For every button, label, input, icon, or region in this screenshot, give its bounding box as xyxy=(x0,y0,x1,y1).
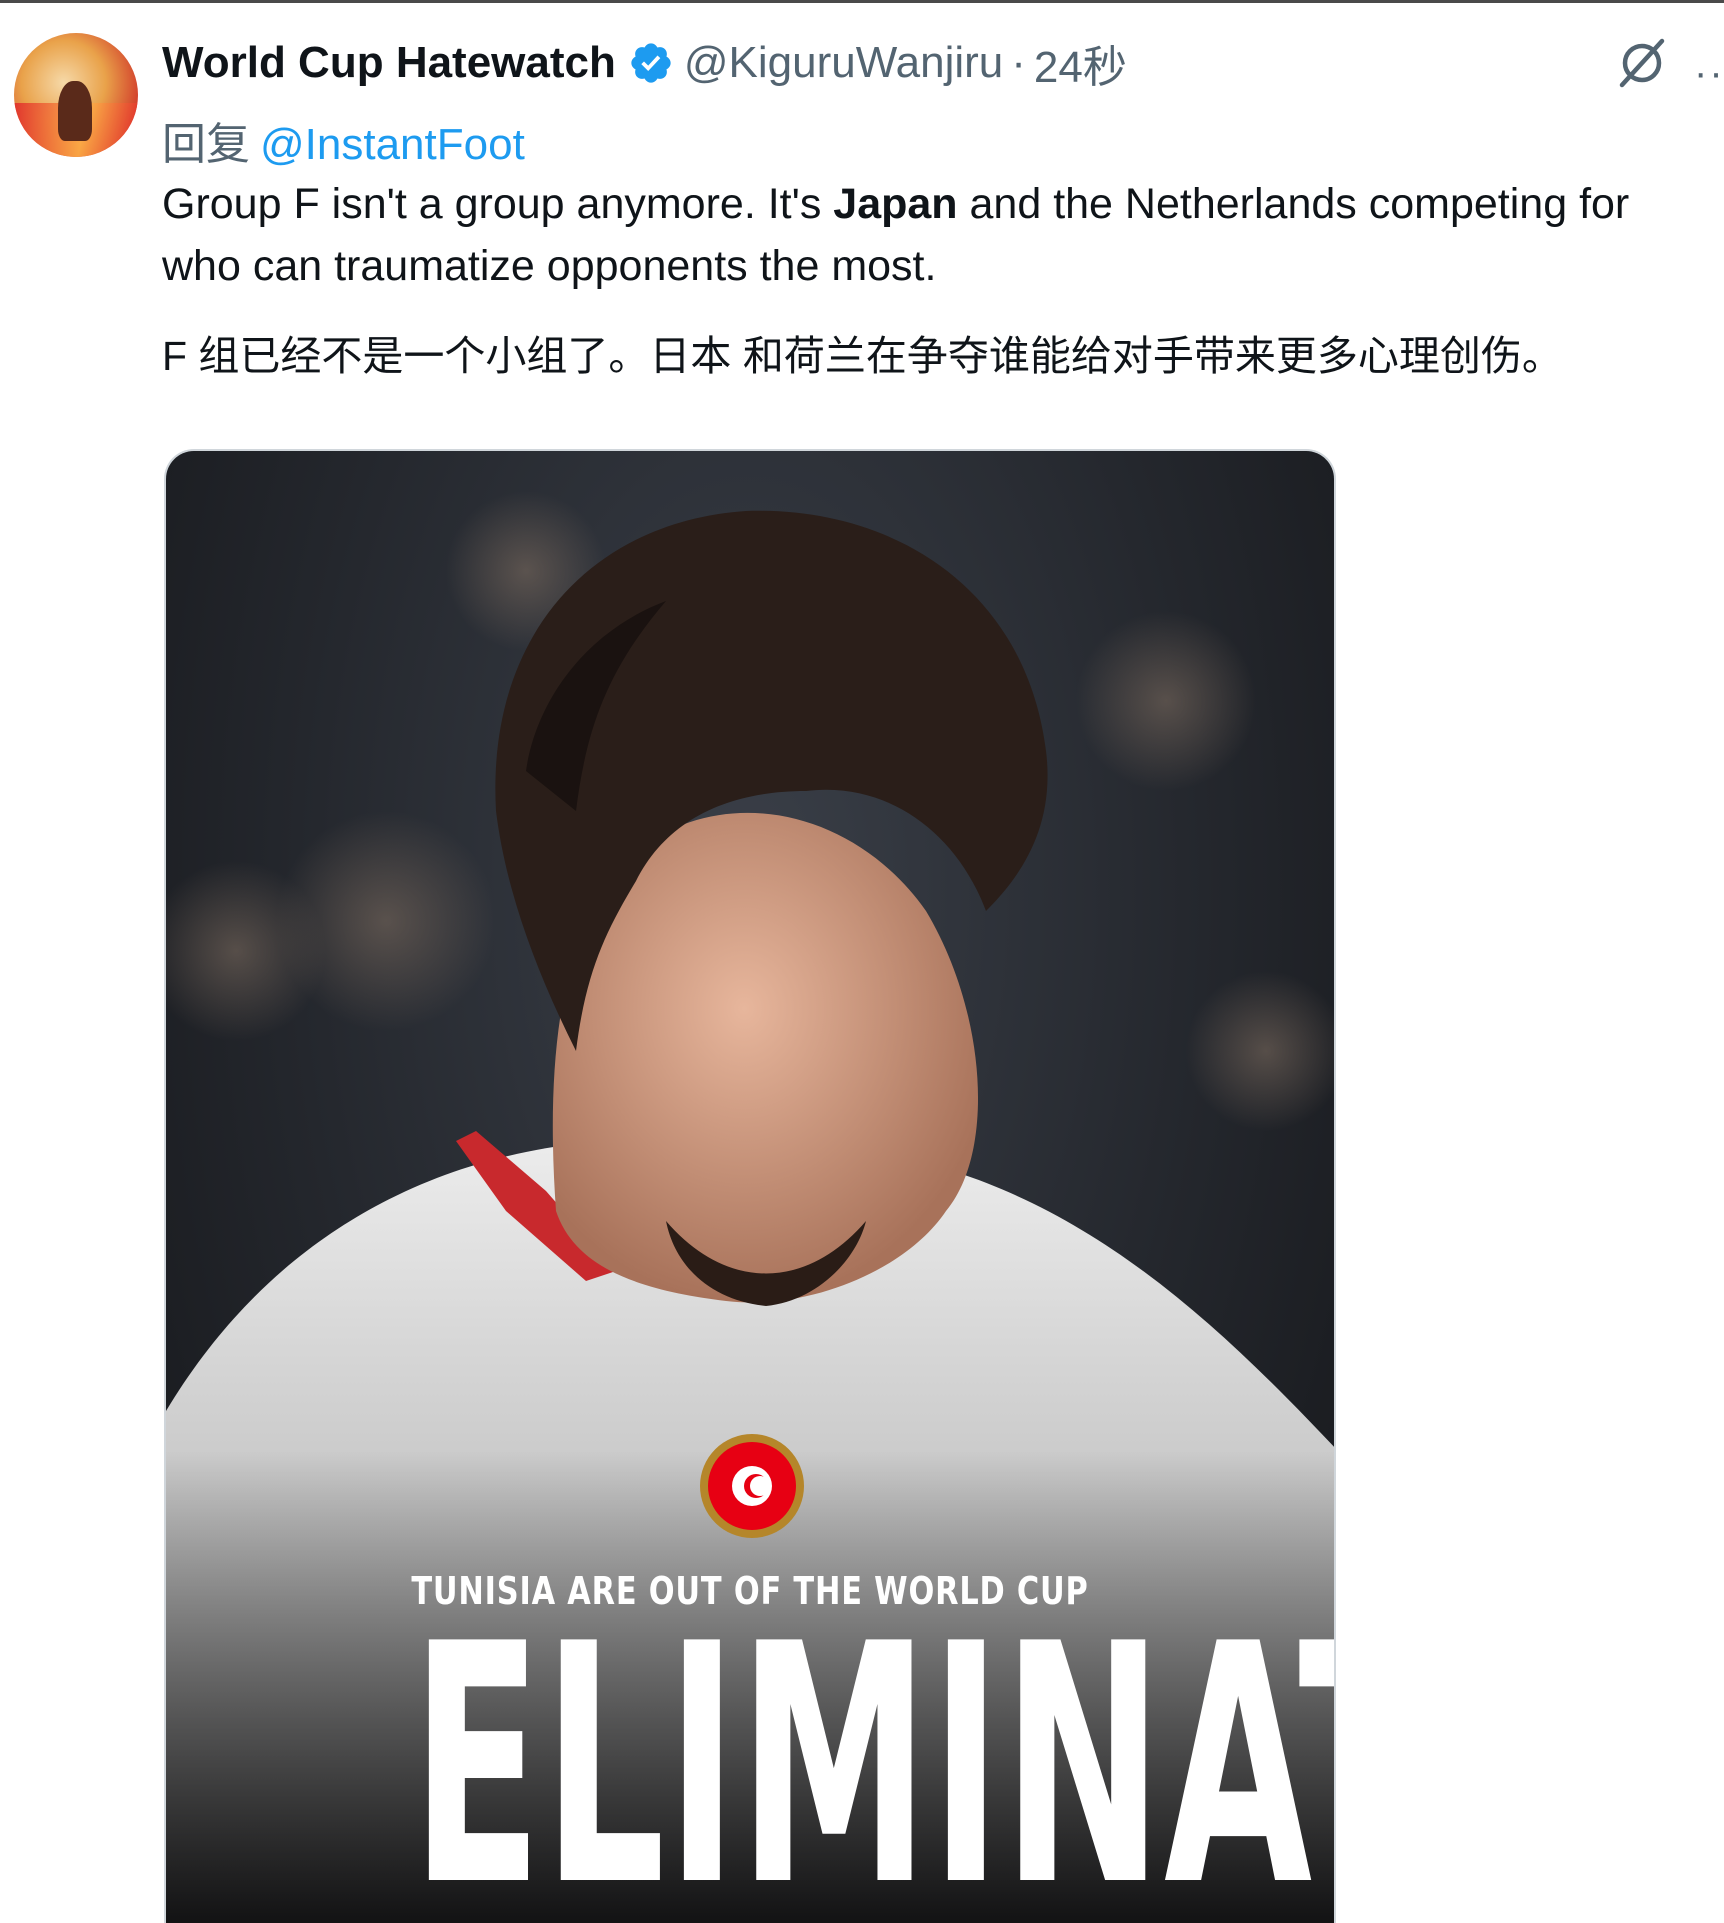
verified-badge-icon xyxy=(631,43,671,83)
display-name[interactable]: World Cup Hatewatch xyxy=(162,38,616,88)
tweet-container[interactable]: World Cup Hatewatch @KiguruWanjiru · 24秒… xyxy=(0,0,1724,1923)
tweet-media-image[interactable]: TUNISIA ARE OUT OF THE WORLD CUP ELIMINA… xyxy=(164,449,1336,1923)
reply-context: 回复 @InstantFoot xyxy=(162,108,525,172)
avatar-person-shape xyxy=(58,81,92,141)
more-icon[interactable]: ·· xyxy=(1694,51,1724,96)
reply-to-link[interactable]: @InstantFoot xyxy=(260,120,525,169)
separator-dot: · xyxy=(1011,38,1026,87)
avatar[interactable] xyxy=(14,33,138,157)
grok-icon[interactable] xyxy=(1612,33,1672,93)
tweet-header: World Cup Hatewatch @KiguruWanjiru · 24秒 xyxy=(162,33,1127,93)
user-handle[interactable]: @KiguruWanjiru xyxy=(684,38,1003,88)
media-big-text: ELIMINATED xyxy=(411,1574,1334,1923)
timestamp[interactable]: 24秒 xyxy=(1034,31,1127,95)
tweet-text-part1: Group F isn't a group anymore. It's xyxy=(162,180,834,228)
reply-label: 回复 xyxy=(162,120,250,169)
tweet-text: Group F isn't a group anymore. It's Japa… xyxy=(162,173,1702,297)
translated-text: F 组已经不是一个小组了。日本 和荷兰在争夺谁能给对手带来更多心理创伤。 xyxy=(162,333,1563,379)
tweet-text-bold: Japan xyxy=(833,180,958,228)
